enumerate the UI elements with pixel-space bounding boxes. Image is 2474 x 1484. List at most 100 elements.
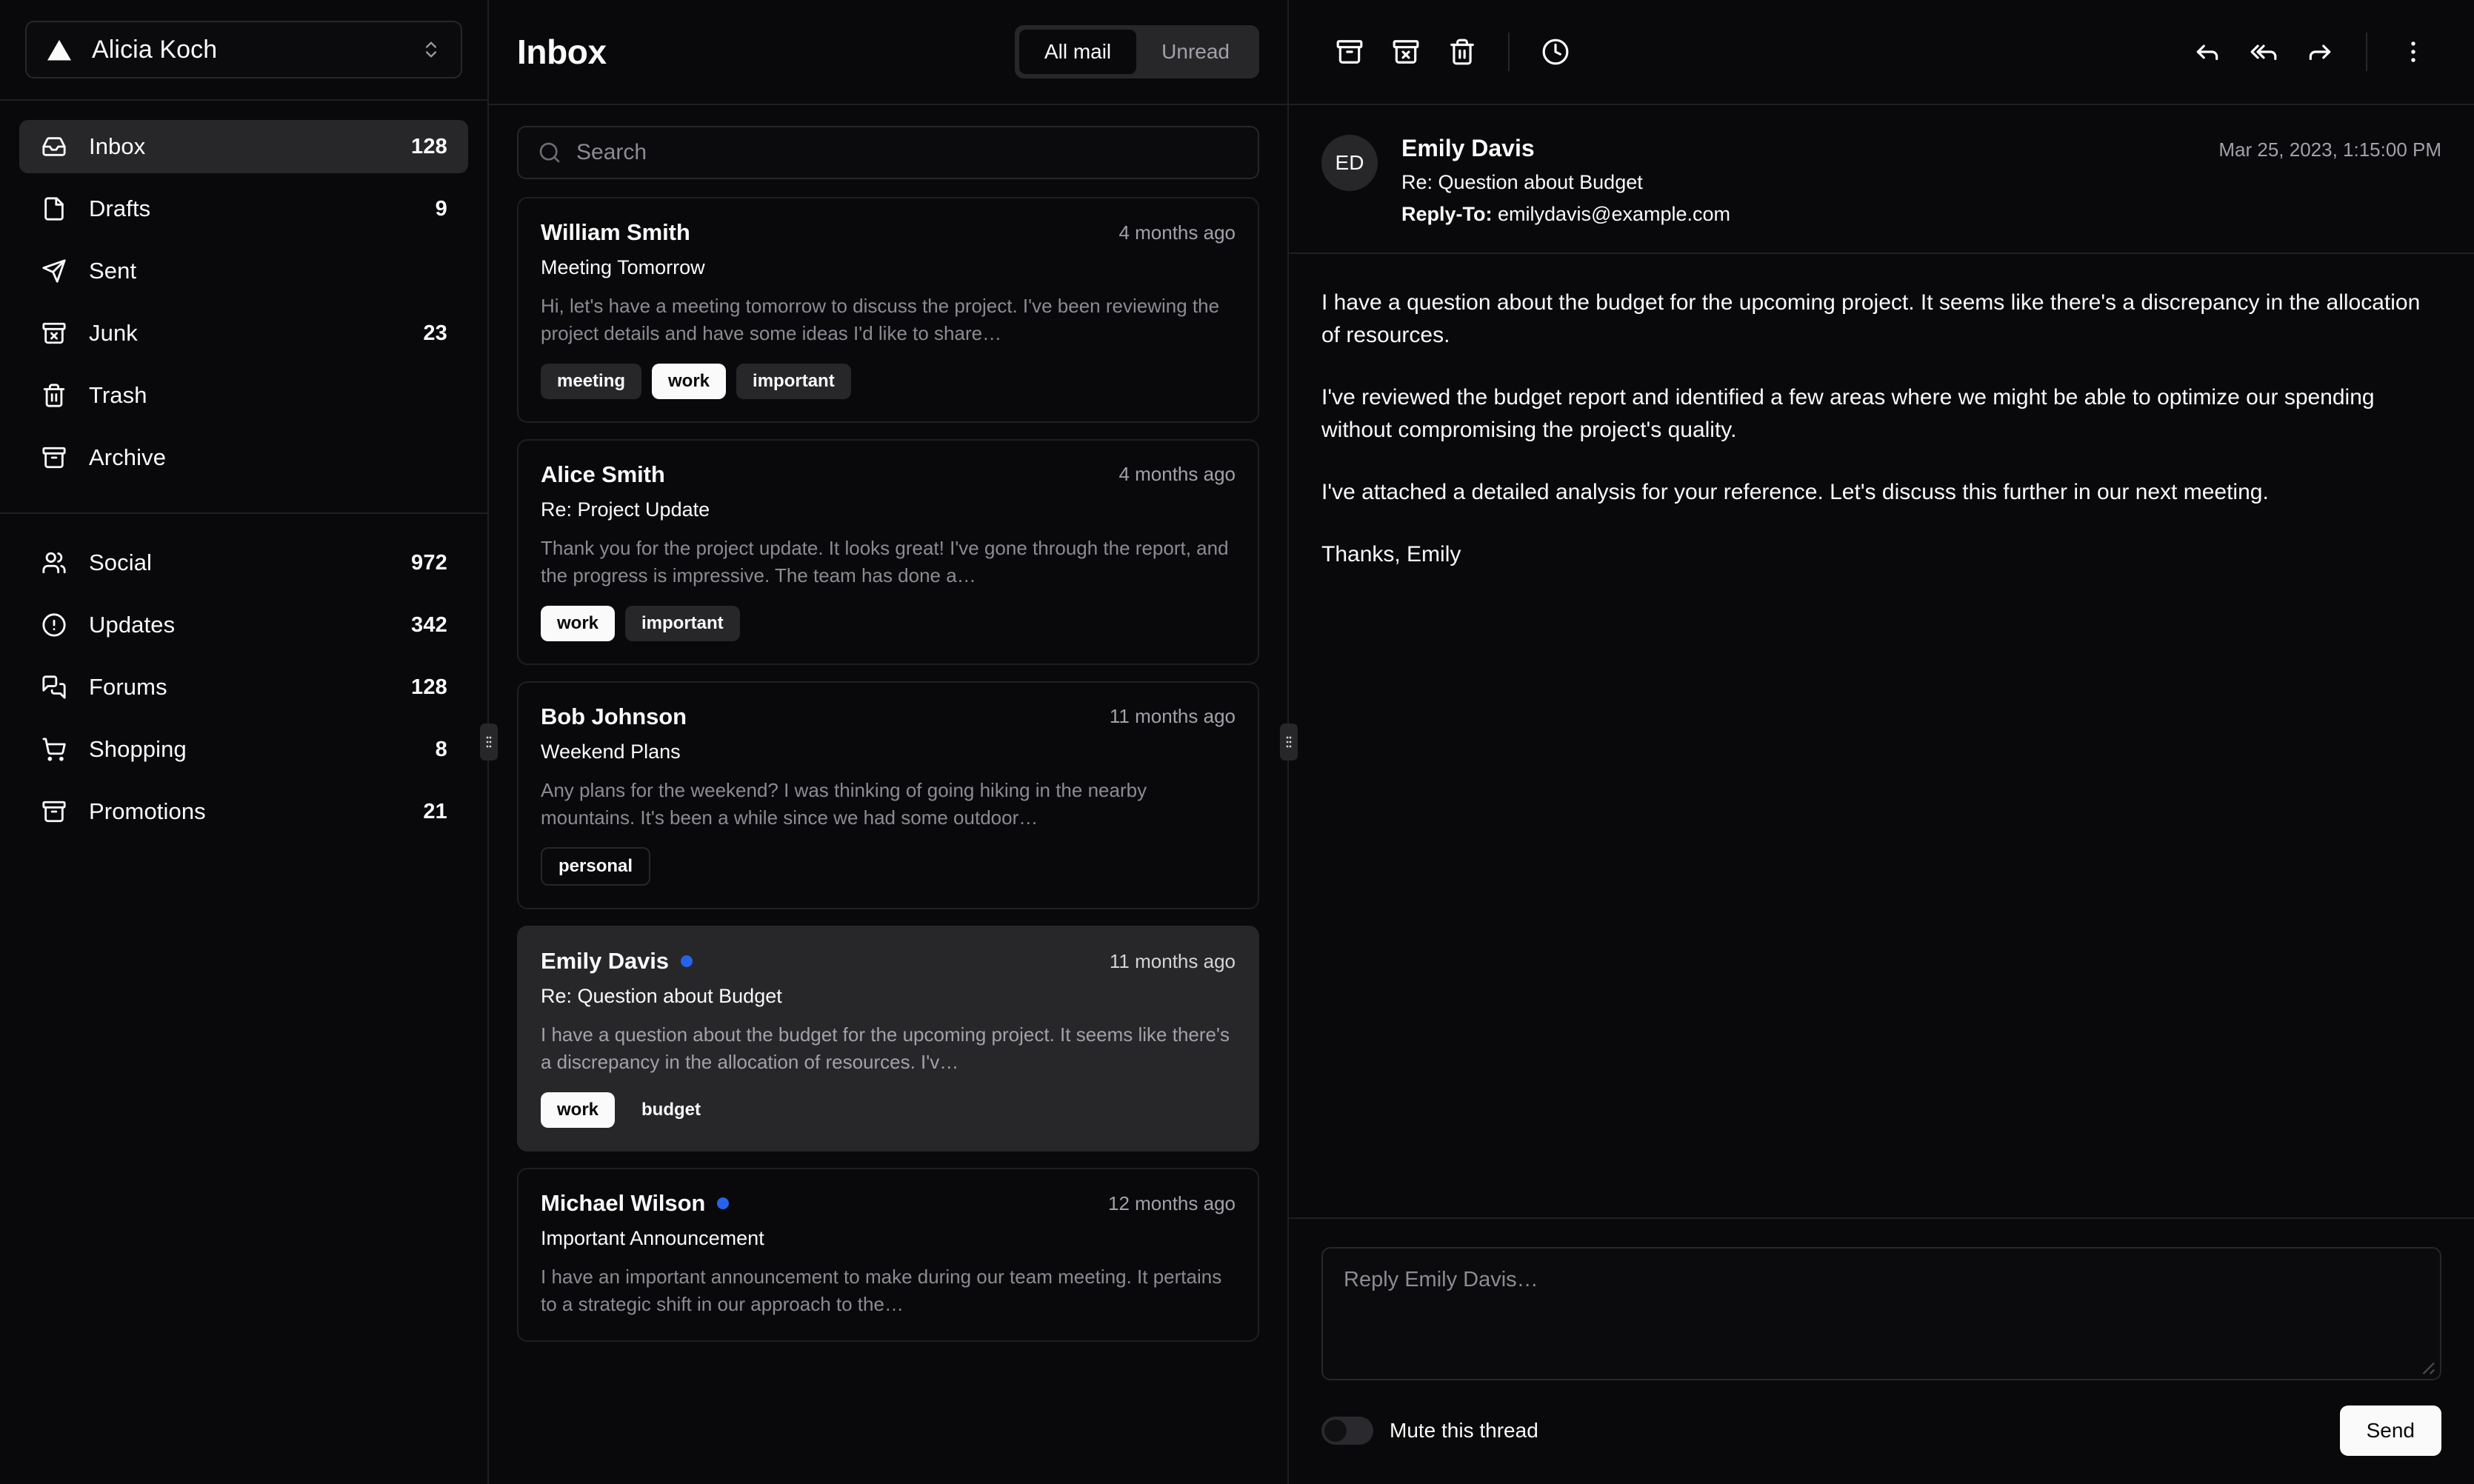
sidebar-item-updates[interactable]: Updates 342 [19, 598, 468, 652]
search-input[interactable]: Search [517, 126, 1259, 179]
mail-app: Alicia Koch Inbox 128 Drafts 9 Sent Junk… [0, 0, 2474, 1484]
status-badge[interactable]: important [736, 363, 851, 399]
snooze-button[interactable] [1527, 24, 1584, 80]
archive-x-icon [40, 319, 68, 347]
reader-meta: Emily Davis Mar 25, 2023, 1:15:00 PM Re:… [1401, 135, 2441, 226]
sidebar-item-count: 23 [423, 321, 447, 345]
message-square-icon [40, 673, 68, 701]
sidebar-item-junk[interactable]: Junk 23 [19, 307, 468, 360]
toolbar-divider [2366, 33, 2367, 71]
alert-circle-icon [40, 611, 68, 639]
forward-icon [2309, 44, 2331, 61]
mail-list-item[interactable]: Bob Johnson 11 months ago Weekend Plans … [517, 681, 1259, 910]
account-switcher[interactable]: Alicia Koch [25, 21, 462, 78]
sidebar-item-promotions[interactable]: Promotions 21 [19, 785, 468, 838]
reader-date: Mar 25, 2023, 1:15:00 PM [2218, 138, 2441, 161]
reply-all-button[interactable] [2235, 24, 2292, 80]
sidebar-item-social[interactable]: Social 972 [19, 536, 468, 589]
sidebar-item-label: Junk [89, 320, 138, 346]
shopping-cart-icon [40, 735, 68, 763]
archive-button[interactable] [1321, 24, 1378, 80]
sidebar-resize-handle[interactable] [480, 723, 498, 761]
reader-header: ED Emily Davis Mar 25, 2023, 1:15:00 PM … [1289, 105, 2474, 254]
reply-textarea[interactable]: Reply Emily Davis… [1321, 1247, 2441, 1380]
reader-toolbar [1289, 0, 2474, 105]
archive-icon [1336, 40, 1363, 64]
move-to-junk-button[interactable] [1378, 24, 1434, 80]
more-options-button[interactable] [2385, 24, 2441, 80]
status-badge[interactable]: personal [541, 847, 651, 886]
mail-item-sender-wrap: Emily Davis [541, 948, 693, 975]
sidebar-item-drafts[interactable]: Drafts 9 [19, 182, 468, 235]
mail-item-preview: I have a question about the budget for t… [541, 1023, 1230, 1074]
search-wrap: Search [489, 105, 1287, 197]
archive-icon [40, 444, 68, 472]
resize-handle-icon[interactable] [2419, 1359, 2435, 1375]
sidebar-item-trash[interactable]: Trash [19, 369, 468, 422]
status-badge[interactable]: meeting [541, 363, 642, 399]
sidebar-item-sent[interactable]: Sent [19, 244, 468, 298]
mail-list-item-selected[interactable]: Emily Davis 11 months ago Re: Question a… [517, 926, 1259, 1152]
mail-list-item[interactable]: Michael Wilson 12 months ago Important A… [517, 1168, 1259, 1343]
sidebar-item-count: 21 [423, 799, 447, 823]
sidebar-item-inbox[interactable]: Inbox 128 [19, 120, 468, 173]
mail-item-subject: Important Announcement [541, 1227, 764, 1250]
compose-actions: Mute this thread Send [1321, 1406, 2441, 1456]
sidebar-item-count: 128 [411, 675, 447, 699]
mail-item-top: Emily Davis 11 months ago [541, 948, 1236, 975]
page-title: Inbox [517, 33, 607, 71]
status-badge[interactable]: budget [625, 1092, 717, 1128]
sidebar-item-archive[interactable]: Archive [19, 431, 468, 484]
reader-reply-to-address: emilydavis@example.com [1498, 203, 1731, 225]
mail-item-top: William Smith 4 months ago [541, 219, 1236, 246]
tab-all-mail[interactable]: All mail [1018, 30, 1137, 74]
mail-list-item[interactable]: Alice Smith 4 months ago Re: Project Upd… [517, 438, 1259, 665]
clock-icon [1542, 39, 1569, 65]
reader-reply-to-label: Reply-To: [1401, 203, 1493, 225]
list-resize-handle[interactable] [1280, 723, 1298, 761]
send-button[interactable]: Send [2339, 1406, 2441, 1456]
status-badge[interactable]: work [541, 1092, 616, 1129]
reply-button[interactable] [2179, 24, 2235, 80]
mail-item-tags: work important [541, 605, 1236, 641]
sidebar-item-count: 342 [411, 612, 447, 637]
mail-item-sender-wrap: William Smith [541, 219, 690, 246]
move-to-trash-button[interactable] [1434, 24, 1490, 80]
sidebar-nav-primary: Inbox 128 Drafts 9 Sent Junk 23 Trash Ar… [0, 101, 487, 493]
mail-item-tags: work budget [541, 1092, 1236, 1129]
mail-item-subject: Re: Project Update [541, 498, 710, 521]
mail-item-time: 4 months ago [1118, 221, 1236, 244]
sidebar-item-label: Forums [89, 674, 167, 700]
reader-paragraph: I have a question about the budget for t… [1321, 290, 2421, 348]
sidebar-item-forums[interactable]: Forums 128 [19, 661, 468, 714]
sidebar-nav-secondary: Social 972 Updates 342 Forums 128 Shoppi… [0, 512, 487, 847]
file-icon [40, 195, 68, 223]
status-badge[interactable]: work [541, 605, 616, 641]
status-badge[interactable]: important [625, 605, 740, 641]
sidebar-item-label: Drafts [89, 195, 151, 221]
mail-item-sender-wrap: Michael Wilson [541, 1190, 730, 1217]
mail-item-sender-wrap: Alice Smith [541, 461, 665, 488]
forward-button[interactable] [2292, 24, 2348, 80]
mail-list-item[interactable]: William Smith 4 months ago Meeting Tomor… [517, 197, 1259, 423]
mail-item-subject: Weekend Plans [541, 740, 681, 763]
send-icon [40, 257, 68, 285]
mail-list[interactable]: William Smith 4 months ago Meeting Tomor… [489, 197, 1287, 1484]
sidebar-item-label: Updates [89, 612, 176, 638]
sidebar-item-shopping[interactable]: Shopping 8 [19, 723, 468, 776]
mail-item-subject: Re: Question about Budget [541, 985, 782, 1008]
sidebar-item-label: Trash [89, 382, 147, 408]
sidebar-item-count: 128 [411, 134, 447, 158]
status-badge[interactable]: work [652, 363, 727, 399]
reply-all-icon [2250, 44, 2277, 61]
reader-reply-to: Reply-To: emilydavis@example.com [1401, 203, 2441, 226]
mail-item-sender: Michael Wilson [541, 1190, 706, 1217]
sidebar-item-label: Promotions [89, 798, 206, 824]
sidebar-item-count: 8 [435, 737, 447, 761]
tab-unread[interactable]: Unread [1136, 30, 1255, 74]
mail-item-preview: Any plans for the weekend? I was thinkin… [541, 778, 1147, 829]
mute-thread-toggle[interactable] [1321, 1417, 1373, 1445]
mail-reader-panel: ED Emily Davis Mar 25, 2023, 1:15:00 PM … [1289, 0, 2474, 1484]
sidebar-item-count: 972 [411, 550, 447, 575]
mail-item-time: 11 months ago [1109, 705, 1236, 728]
